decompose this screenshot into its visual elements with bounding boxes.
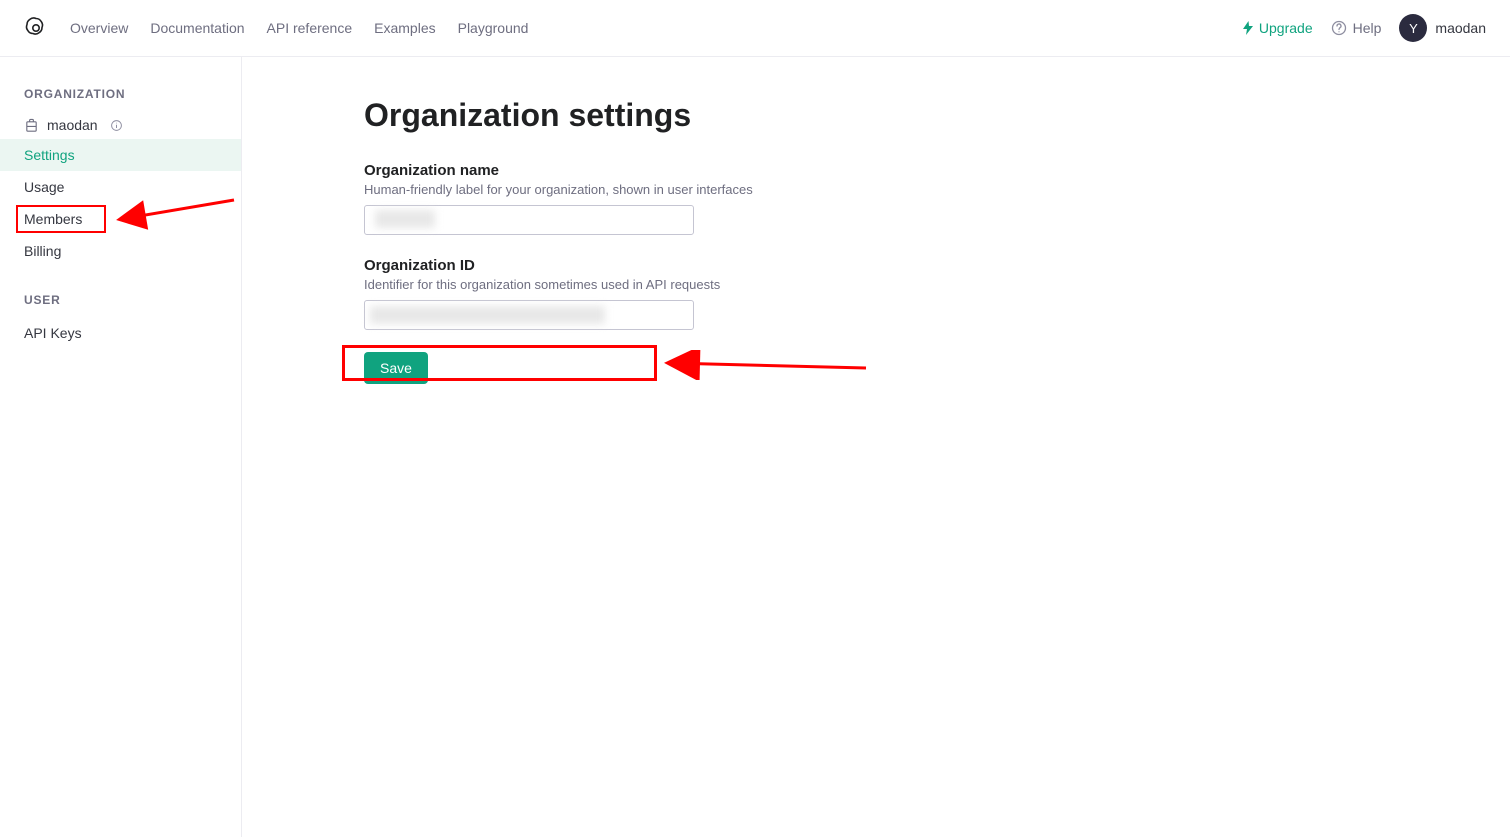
- page-title: Organization settings: [364, 97, 1510, 134]
- org-name-desc: Human-friendly label for your organizati…: [364, 182, 1510, 197]
- header-left: Overview Documentation API reference Exa…: [24, 16, 528, 40]
- org-name-field: Organization name Human-friendly label f…: [364, 162, 1510, 235]
- user-menu[interactable]: Y maodan: [1399, 14, 1486, 42]
- sidebar: ORGANIZATION maodan: [0, 57, 242, 837]
- sidebar-section-user: USER: [0, 293, 241, 307]
- header: Overview Documentation API reference Exa…: [0, 0, 1510, 57]
- org-name-input[interactable]: [364, 205, 694, 235]
- org-id-input[interactable]: [364, 300, 694, 330]
- upgrade-link[interactable]: Upgrade: [1242, 20, 1313, 36]
- nav-examples[interactable]: Examples: [374, 20, 435, 36]
- nav-playground[interactable]: Playground: [458, 20, 529, 36]
- org-id-field: Organization ID Identifier for this orga…: [364, 257, 1510, 330]
- upgrade-label: Upgrade: [1259, 20, 1313, 36]
- redacted-content: [370, 306, 605, 324]
- sidebar-org-row[interactable]: maodan: [0, 111, 241, 139]
- sidebar-org-name: maodan: [47, 117, 98, 133]
- help-link[interactable]: Help: [1331, 20, 1382, 36]
- sidebar-item-usage[interactable]: Usage: [0, 171, 241, 203]
- help-label: Help: [1353, 20, 1382, 36]
- avatar: Y: [1399, 14, 1427, 42]
- lightning-icon: [1242, 21, 1254, 35]
- org-id-label: Organization ID: [364, 257, 1510, 274]
- header-right: Upgrade Help Y maodan: [1242, 14, 1486, 42]
- redacted-content: [375, 210, 435, 228]
- sidebar-item-api-keys[interactable]: API Keys: [0, 317, 241, 349]
- nav-overview[interactable]: Overview: [70, 20, 128, 36]
- sidebar-item-members[interactable]: Members: [0, 203, 241, 235]
- sidebar-item-settings[interactable]: Settings: [0, 139, 241, 171]
- help-icon: [1331, 20, 1347, 36]
- body-area: ORGANIZATION maodan: [0, 57, 1510, 837]
- org-id-desc: Identifier for this organization sometim…: [364, 277, 1510, 292]
- org-name-label: Organization name: [364, 162, 1510, 179]
- save-button[interactable]: Save: [364, 352, 428, 384]
- nav-api-reference[interactable]: API reference: [267, 20, 353, 36]
- sidebar-item-billing[interactable]: Billing: [0, 235, 241, 267]
- sidebar-section-organization: ORGANIZATION: [0, 87, 241, 101]
- avatar-initial: Y: [1409, 21, 1418, 36]
- nav-documentation[interactable]: Documentation: [150, 20, 244, 36]
- openai-logo-icon[interactable]: [24, 16, 48, 40]
- username: maodan: [1435, 20, 1486, 36]
- info-icon: [110, 119, 123, 132]
- main-content: Organization settings Organization name …: [242, 57, 1510, 837]
- organization-icon: [24, 118, 39, 133]
